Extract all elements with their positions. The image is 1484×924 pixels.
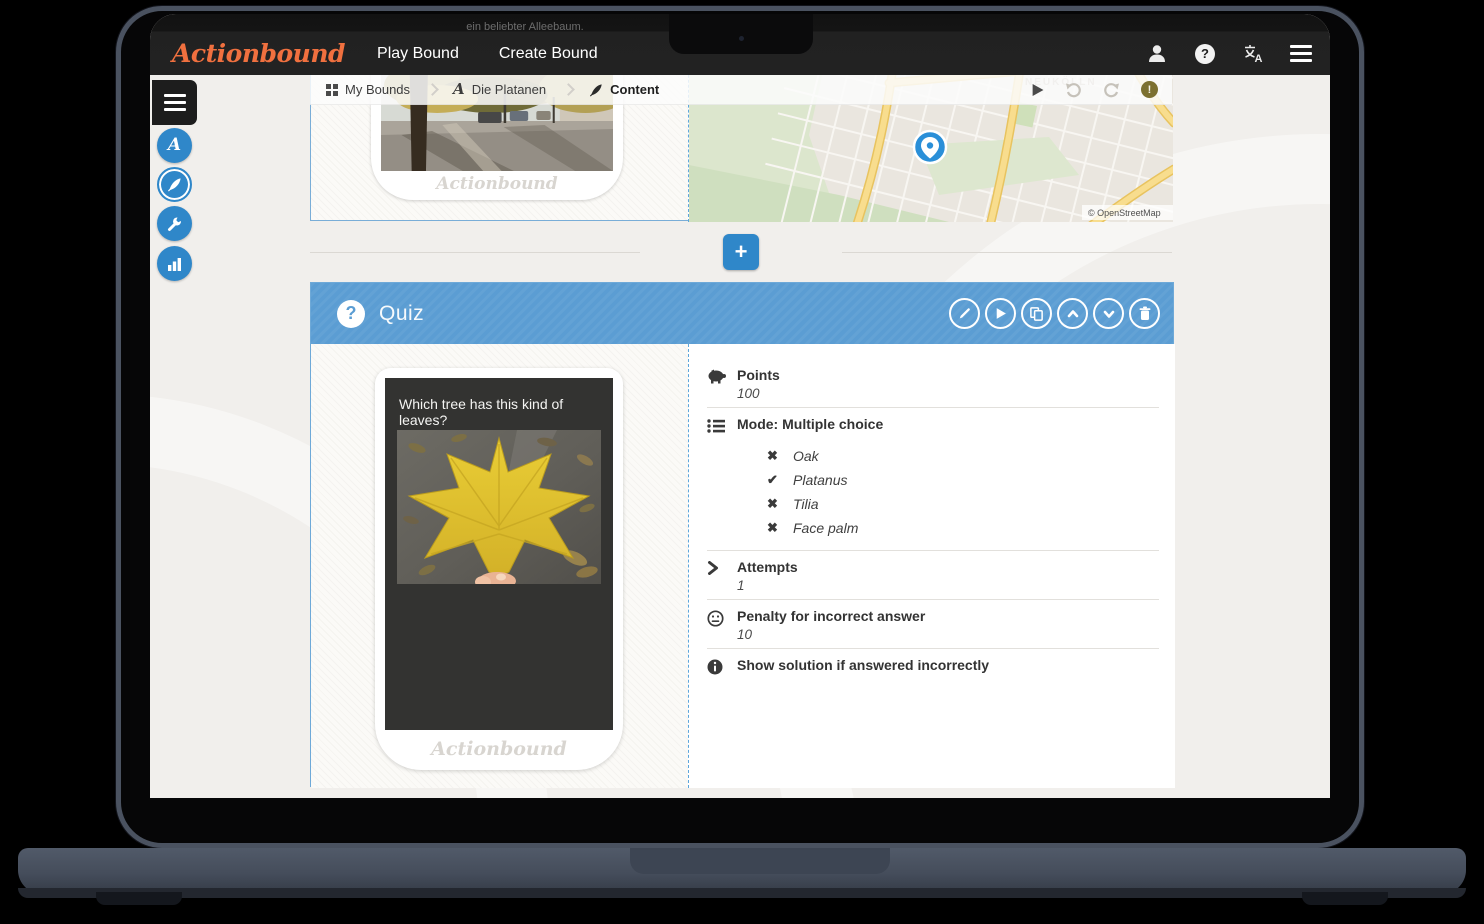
breadcrumb-my-bounds[interactable]: My Bounds bbox=[326, 82, 410, 97]
cross-icon: ✖ bbox=[767, 520, 781, 536]
divider bbox=[842, 252, 1172, 253]
feather-icon bbox=[589, 83, 603, 97]
feather-icon bbox=[167, 177, 182, 192]
attempts-value: 1 bbox=[737, 578, 798, 593]
solution-row: Show solution if answered incorrectly bbox=[707, 649, 1159, 681]
mode-label: Mode: Multiple choice bbox=[737, 416, 1159, 432]
actionbound-watermark: Actionbound bbox=[371, 174, 623, 194]
laptop-foot bbox=[1302, 892, 1388, 905]
answer-option: ✖ Face palm bbox=[737, 516, 1159, 540]
laptop-notch bbox=[669, 14, 813, 54]
bound-icon: A bbox=[453, 82, 465, 97]
breadcrumb-bound-name[interactable]: A Die Platanen bbox=[453, 82, 546, 97]
camera-dot bbox=[739, 36, 744, 41]
breadcrumb-separator bbox=[426, 83, 439, 96]
warning-info-button[interactable]: ! bbox=[1141, 81, 1158, 98]
move-up-button[interactable] bbox=[1057, 298, 1088, 329]
trash-icon bbox=[1138, 306, 1152, 321]
quiz-card: ? Quiz bbox=[310, 282, 1174, 787]
attempts-label: Attempts bbox=[737, 559, 798, 575]
help-icon[interactable]: ? bbox=[1194, 43, 1216, 65]
leaf-photo bbox=[397, 430, 601, 584]
penalty-label: Penalty for incorrect answer bbox=[737, 608, 925, 624]
sidebar-settings-button[interactable] bbox=[157, 206, 192, 241]
undo-icon bbox=[1065, 82, 1082, 98]
grid-icon bbox=[326, 84, 338, 96]
check-icon: ✔ bbox=[767, 472, 781, 488]
answer-option: ✖ Oak bbox=[737, 444, 1159, 468]
penalty-row: Penalty for incorrect answer 10 bbox=[707, 600, 1159, 649]
wrench-icon bbox=[167, 216, 183, 232]
points-value: 100 bbox=[737, 386, 780, 401]
nav-create-bound[interactable]: Create Bound bbox=[499, 45, 598, 63]
quiz-settings-panel: Points 100 Mode: bbox=[688, 344, 1175, 788]
divider bbox=[310, 252, 640, 253]
breadcrumb-content[interactable]: Content bbox=[589, 82, 659, 97]
edit-button[interactable] bbox=[949, 298, 980, 329]
quiz-card-header: ? Quiz bbox=[311, 283, 1173, 344]
quiz-type-icon: ? bbox=[337, 300, 365, 328]
sidebar-results-button[interactable] bbox=[157, 246, 192, 281]
duplicate-button[interactable] bbox=[1021, 298, 1052, 329]
sidebar-bound-button[interactable]: A bbox=[157, 128, 192, 163]
map-marker-icon bbox=[914, 131, 946, 163]
play-icon bbox=[994, 307, 1007, 320]
laptop-foot bbox=[96, 892, 182, 905]
answer-option: ✖ Tilia bbox=[737, 492, 1159, 516]
pencil-icon bbox=[957, 306, 972, 321]
menu-icon[interactable] bbox=[1290, 43, 1312, 65]
map-attribution: © OpenStreetMap bbox=[1088, 208, 1161, 218]
chevron-down-icon bbox=[1102, 307, 1116, 321]
play-icon bbox=[1031, 83, 1044, 97]
nav-play-bound[interactable]: Play Bound bbox=[377, 45, 459, 63]
quiz-phone-preview: Which tree has this kind of leaves? bbox=[375, 368, 623, 770]
breadcrumb-separator bbox=[562, 83, 575, 96]
quiz-phone-screen: Which tree has this kind of leaves? bbox=[385, 378, 613, 730]
answer-options-list: ✖ Oak ✔ Platanus ✖ Tilia bbox=[737, 444, 1159, 540]
cross-icon: ✖ bbox=[767, 448, 781, 464]
chevron-right-icon bbox=[707, 559, 737, 593]
quiz-preview-panel: Which tree has this kind of leaves? bbox=[311, 344, 688, 788]
redo-button[interactable] bbox=[1103, 82, 1120, 98]
translate-icon[interactable]: A bbox=[1242, 43, 1264, 65]
list-icon bbox=[707, 416, 737, 544]
points-label: Points bbox=[737, 367, 780, 383]
app-screen: Actionbound bbox=[150, 14, 1330, 798]
copy-icon bbox=[1029, 306, 1044, 321]
smiley-icon bbox=[707, 608, 737, 642]
test-play-button[interactable] bbox=[1031, 83, 1044, 97]
svg-text:A: A bbox=[1254, 53, 1262, 63]
breadcrumb: My Bounds A Die Platanen Content bbox=[310, 75, 1172, 105]
bound-icon: A bbox=[168, 137, 181, 154]
points-row: Points 100 bbox=[707, 359, 1159, 408]
sidebar-toggle-button[interactable] bbox=[152, 80, 197, 125]
preview-button[interactable] bbox=[985, 298, 1016, 329]
delete-button[interactable] bbox=[1129, 298, 1160, 329]
add-element-button[interactable]: + bbox=[723, 234, 759, 270]
mode-row: Mode: Multiple choice ✖ Oak ✔ Platanus bbox=[707, 408, 1159, 551]
sidebar-content-button[interactable] bbox=[157, 167, 192, 202]
laptop-base-notch bbox=[630, 848, 890, 874]
points-icon bbox=[707, 367, 737, 401]
move-down-button[interactable] bbox=[1093, 298, 1124, 329]
laptop-base-lip bbox=[18, 888, 1466, 898]
user-icon[interactable] bbox=[1146, 43, 1168, 65]
redo-icon bbox=[1103, 82, 1120, 98]
undo-button[interactable] bbox=[1065, 82, 1082, 98]
penalty-value: 10 bbox=[737, 627, 925, 642]
answer-option: ✔ Platanus bbox=[737, 468, 1159, 492]
quiz-card-title: Quiz bbox=[379, 302, 424, 326]
bar-chart-icon bbox=[167, 257, 182, 271]
cross-icon: ✖ bbox=[767, 496, 781, 512]
laptop-base bbox=[18, 848, 1466, 894]
solution-label: Show solution if answered incorrectly bbox=[737, 657, 989, 673]
attempts-row: Attempts 1 bbox=[707, 551, 1159, 600]
actionbound-watermark: Actionbound bbox=[375, 738, 623, 760]
chevron-up-icon bbox=[1066, 307, 1080, 321]
insert-stage-row: + bbox=[310, 234, 1172, 270]
info-icon bbox=[707, 657, 737, 675]
actionbound-logo[interactable]: Actionbound bbox=[172, 39, 345, 68]
